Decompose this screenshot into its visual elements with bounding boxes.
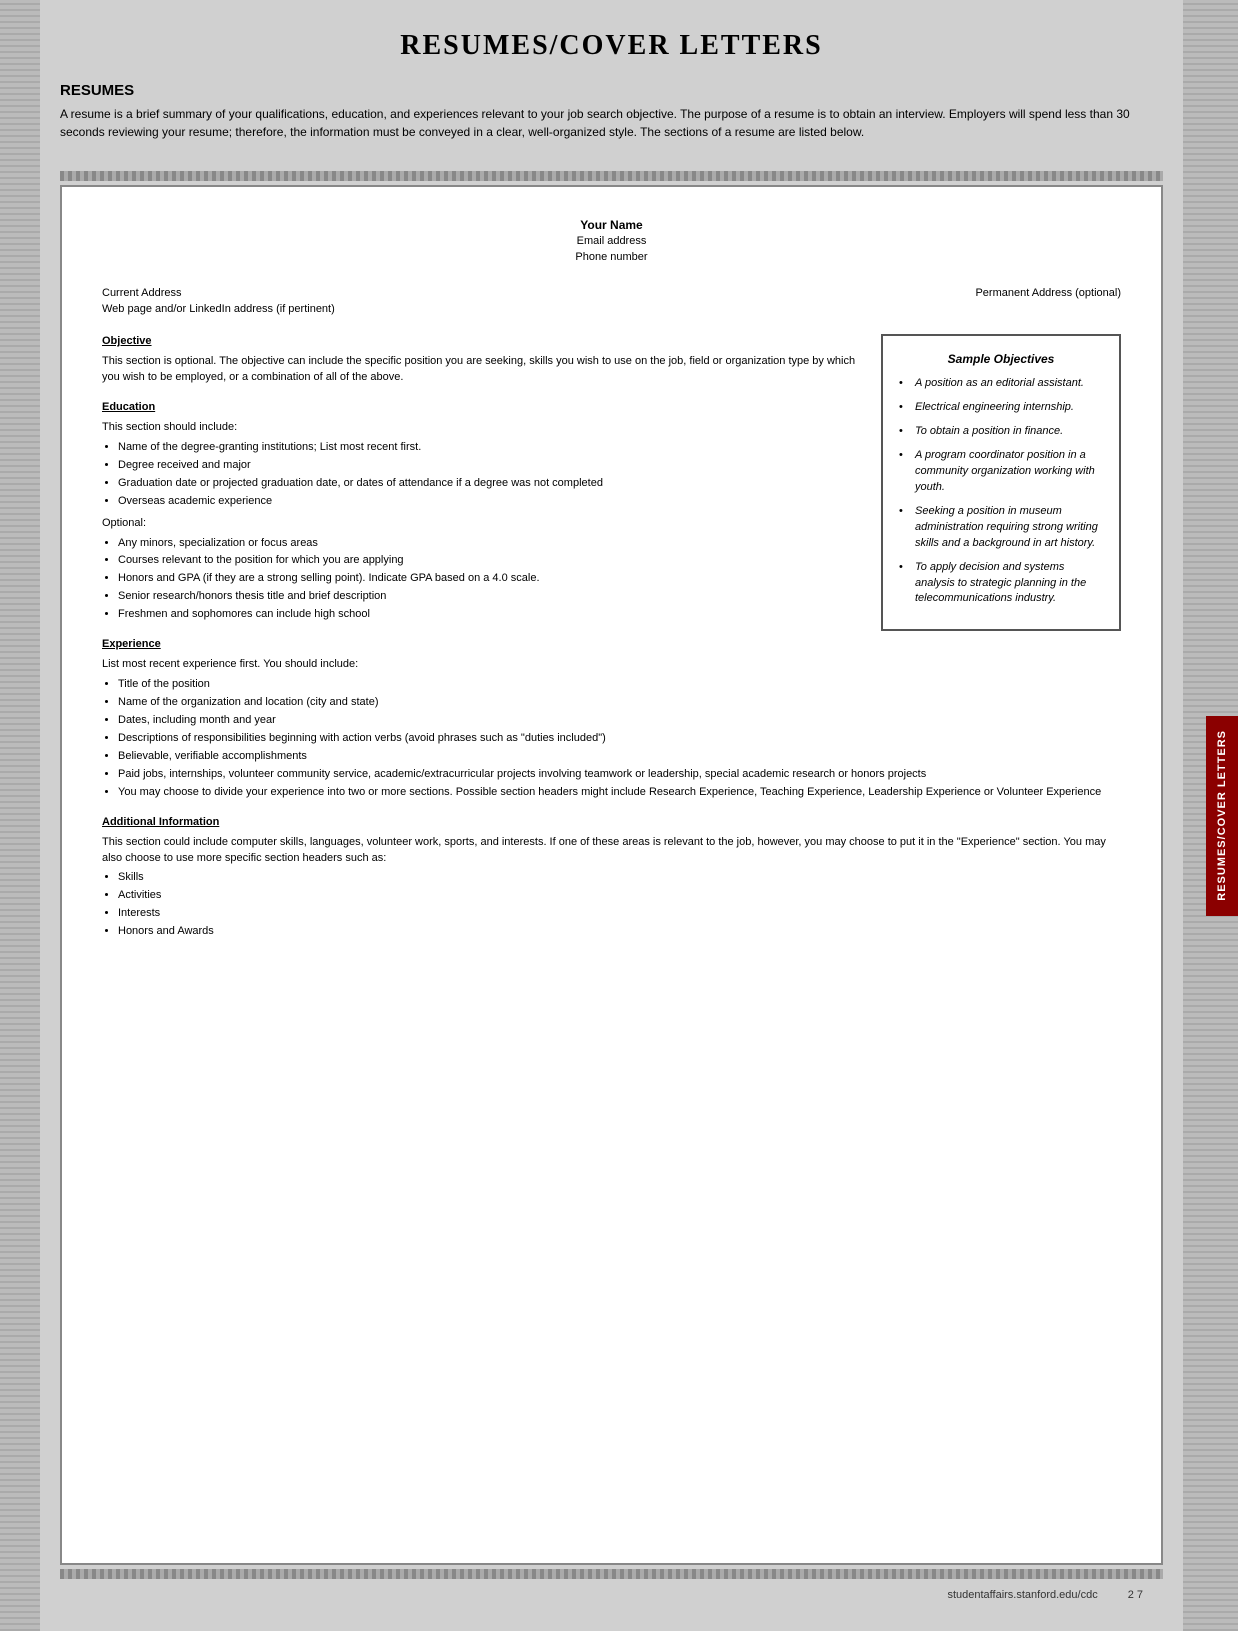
sample-objectives-title: Sample Objectives xyxy=(899,350,1103,368)
list-item: Name of the degree-granting institutions… xyxy=(118,440,861,456)
sample-list-item: Electrical engineering internship. xyxy=(899,400,1103,416)
experience-list: Title of the position Name of the organi… xyxy=(118,677,1121,801)
sample-objectives-list: A position as an editorial assistant. El… xyxy=(899,376,1103,607)
list-item: Graduation date or projected graduation … xyxy=(118,476,861,492)
experience-intro: List most recent experience first. You s… xyxy=(102,657,1121,673)
objective-text: This section is optional. The objective … xyxy=(102,354,861,386)
list-item: Skills xyxy=(118,870,1121,886)
right-column: Sample Objectives A position as an edito… xyxy=(881,334,1121,637)
education-optional-label: Optional: xyxy=(102,516,861,532)
footer-page: 2 7 xyxy=(1128,1589,1143,1601)
sample-list-item: Seeking a position in museum administrat… xyxy=(899,504,1103,552)
list-item: Overseas academic experience xyxy=(118,494,861,510)
main-content: RESUMES/COVER LETTERS RESUMES A resume i… xyxy=(40,0,1183,1631)
list-item: Any minors, specialization or focus area… xyxy=(118,536,861,552)
side-tab: RESUMES/COVER LETTERS xyxy=(1206,716,1238,916)
current-address: Current Address xyxy=(102,286,335,302)
doc-header: Your Name Email address Phone number xyxy=(102,217,1121,266)
sample-list-item: To apply decision and systems analysis t… xyxy=(899,560,1103,608)
education-optional-list: Any minors, specialization or focus area… xyxy=(118,536,861,624)
list-item: Interests xyxy=(118,906,1121,922)
sample-list-item: A position as an editorial assistant. xyxy=(899,376,1103,392)
resumes-intro-section: RESUMES A resume is a brief summary of y… xyxy=(60,82,1163,157)
page-title: RESUMES/COVER LETTERS xyxy=(60,30,1163,62)
list-item: Paid jobs, internships, volunteer commun… xyxy=(118,767,1121,783)
education-section: Education This section should include: N… xyxy=(102,400,861,623)
right-border: RESUMES/COVER LETTERS xyxy=(1183,0,1238,1631)
left-column: Objective This section is optional. The … xyxy=(102,334,861,637)
permanent-address: Permanent Address (optional) xyxy=(975,286,1121,318)
sample-list-item: To obtain a position in finance. xyxy=(899,424,1103,440)
additional-title: Additional Information xyxy=(102,815,1121,831)
current-address-sub: Web page and/or LinkedIn address (if per… xyxy=(102,302,335,318)
list-item: Descriptions of responsibilities beginni… xyxy=(118,731,1121,747)
doc-email: Email address xyxy=(102,234,1121,250)
sample-list-item: A program coordinator position in a comm… xyxy=(899,448,1103,496)
list-item: Honors and Awards xyxy=(118,924,1121,940)
doc-addresses: Current Address Web page and/or LinkedIn… xyxy=(102,286,1121,318)
side-tab-label: RESUMES/COVER LETTERS xyxy=(1216,730,1228,901)
experience-title: Experience xyxy=(102,637,1121,653)
list-item: Senior research/honors thesis title and … xyxy=(118,589,861,605)
experience-section: Experience List most recent experience f… xyxy=(102,637,1121,800)
list-item: Honors and GPA (if they are a strong sel… xyxy=(118,571,861,587)
footer-bar: studentaffairs.stanford.edu/cdc 2 7 xyxy=(60,1579,1163,1611)
resumes-intro-text: A resume is a brief summary of your qual… xyxy=(60,105,1163,141)
top-border-bar xyxy=(60,171,1163,181)
list-item: You may choose to divide your experience… xyxy=(118,785,1121,801)
list-item: Title of the position xyxy=(118,677,1121,693)
education-intro: This section should include: xyxy=(102,420,861,436)
doc-name: Your Name xyxy=(102,217,1121,234)
list-item: Activities xyxy=(118,888,1121,904)
footer-url: studentaffairs.stanford.edu/cdc xyxy=(947,1589,1097,1601)
document-frame: Your Name Email address Phone number Cur… xyxy=(60,185,1163,1565)
list-item: Dates, including month and year xyxy=(118,713,1121,729)
resumes-heading: RESUMES xyxy=(60,82,1163,99)
education-list: Name of the degree-granting institutions… xyxy=(118,440,861,510)
list-item: Name of the organization and location (c… xyxy=(118,695,1121,711)
objective-title: Objective xyxy=(102,334,861,350)
list-item: Degree received and major xyxy=(118,458,861,474)
list-item: Freshmen and sophomores can include high… xyxy=(118,607,861,623)
doc-phone: Phone number xyxy=(102,250,1121,266)
additional-section: Additional Information This section coul… xyxy=(102,815,1121,941)
education-title: Education xyxy=(102,400,861,416)
sample-objectives-box: Sample Objectives A position as an edito… xyxy=(881,334,1121,631)
bottom-border-bar xyxy=(60,1569,1163,1579)
objective-section: Objective This section is optional. The … xyxy=(102,334,861,386)
two-col-layout: Objective This section is optional. The … xyxy=(102,334,1121,637)
additional-text: This section could include computer skil… xyxy=(102,835,1121,867)
list-item: Courses relevant to the position for whi… xyxy=(118,553,861,569)
current-address-block: Current Address Web page and/or LinkedIn… xyxy=(102,286,335,318)
list-item: Believable, verifiable accomplishments xyxy=(118,749,1121,765)
additional-list: Skills Activities Interests Honors and A… xyxy=(118,870,1121,940)
left-border xyxy=(0,0,40,1631)
